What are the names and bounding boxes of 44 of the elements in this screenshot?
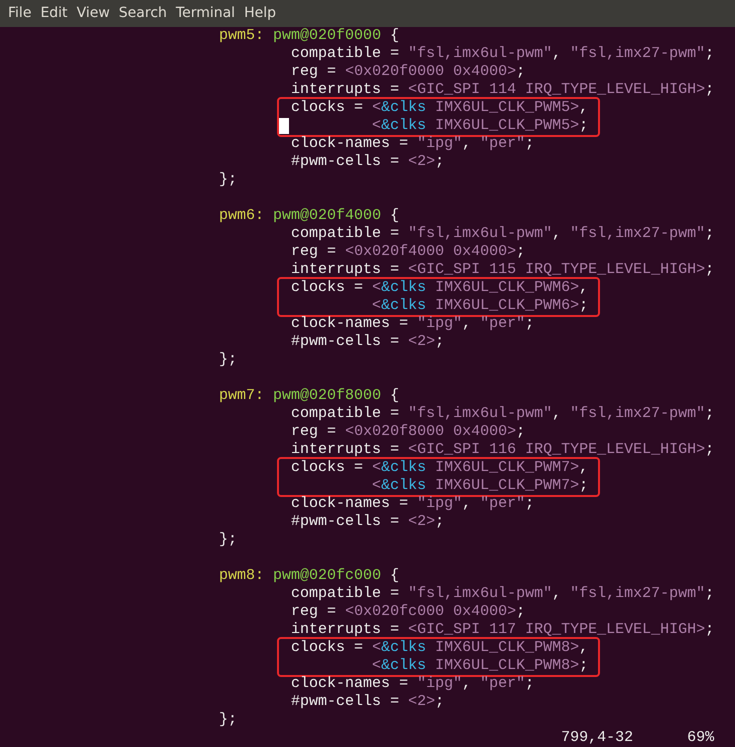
code-line: clocks = <&clks IMX6UL_CLK_PWM8>, — [291, 639, 588, 656]
menu-item[interactable]: Search — [118, 0, 176, 27]
code-line: #pwm-cells = <2>; — [291, 693, 444, 710]
code-line: clock-names = "ipg", "per"; — [291, 135, 534, 152]
code-line: pwm8: pwm@020fc000 { — [219, 567, 400, 584]
code-line: #pwm-cells = <2>; — [291, 513, 444, 530]
menu-item[interactable]: Edit — [40, 0, 77, 27]
code-line: pwm6: pwm@020f4000 { — [219, 207, 400, 224]
code-line: #pwm-cells = <2>; — [291, 153, 444, 170]
code-line: reg = <0x020f4000 0x4000>; — [291, 243, 526, 260]
code-line: clock-names = "ipg", "per"; — [291, 495, 534, 512]
code-line: pwm5: pwm@020f0000 { — [219, 27, 400, 44]
code-line: }; — [219, 351, 238, 368]
code-line: reg = <0x020f0000 0x4000>; — [291, 63, 526, 80]
menu-item[interactable]: File — [8, 0, 40, 27]
code-line: }; — [219, 171, 238, 188]
code-line: }; — [219, 531, 238, 548]
menu-item[interactable]: Terminal — [176, 0, 244, 27]
code-line: <&clks IMX6UL_CLK_PWM8>; — [372, 657, 588, 674]
code-line: interrupts = <GIC_SPI 114 IRQ_TYPE_LEVEL_HIGH>; — [291, 81, 714, 98]
code-line: }; — [219, 711, 238, 728]
code-line: compatible = "fsl,imx6ul-pwm", "fsl,imx27-pwm"; — [291, 405, 714, 422]
code-line: <&clks IMX6UL_CLK_PWM5>; — [372, 117, 588, 134]
code-line: clocks = <&clks IMX6UL_CLK_PWM6>, — [291, 279, 588, 296]
code-line: compatible = "fsl,imx6ul-pwm", "fsl,imx27-pwm"; — [291, 585, 714, 602]
menu-item[interactable]: View — [76, 0, 119, 27]
code-line: reg = <0x020f8000 0x4000>; — [291, 423, 526, 440]
code-line: interrupts = <GIC_SPI 116 IRQ_TYPE_LEVEL_HIGH>; — [291, 441, 714, 458]
code-line: clocks = <&clks IMX6UL_CLK_PWM5>, — [291, 99, 588, 116]
code-line: clocks = <&clks IMX6UL_CLK_PWM7>, — [291, 459, 588, 476]
menu-item[interactable]: Help — [244, 0, 285, 27]
code-line: interrupts = <GIC_SPI 115 IRQ_TYPE_LEVEL_HIGH>; — [291, 261, 714, 278]
code-line: reg = <0x020fc000 0x4000>; — [291, 603, 526, 620]
code-line: <&clks IMX6UL_CLK_PWM6>; — [372, 297, 588, 314]
code-line: compatible = "fsl,imx6ul-pwm", "fsl,imx27-pwm"; — [291, 45, 714, 62]
cursor-position: 799,4-32 — [561, 729, 634, 746]
code-line: #pwm-cells = <2>; — [291, 333, 444, 350]
code-line: pwm7: pwm@020f8000 { — [219, 387, 400, 404]
code-line: clock-names = "ipg", "per"; — [291, 675, 534, 692]
code-line: <&clks IMX6UL_CLK_PWM7>; — [372, 477, 588, 494]
code-line: interrupts = <GIC_SPI 117 IRQ_TYPE_LEVEL_HIGH>; — [291, 621, 714, 638]
scroll-percent: 69% — [687, 729, 714, 746]
code-line: clock-names = "ipg", "per"; — [291, 315, 534, 332]
code-line: compatible = "fsl,imx6ul-pwm", "fsl,imx27-pwm"; — [291, 225, 714, 242]
